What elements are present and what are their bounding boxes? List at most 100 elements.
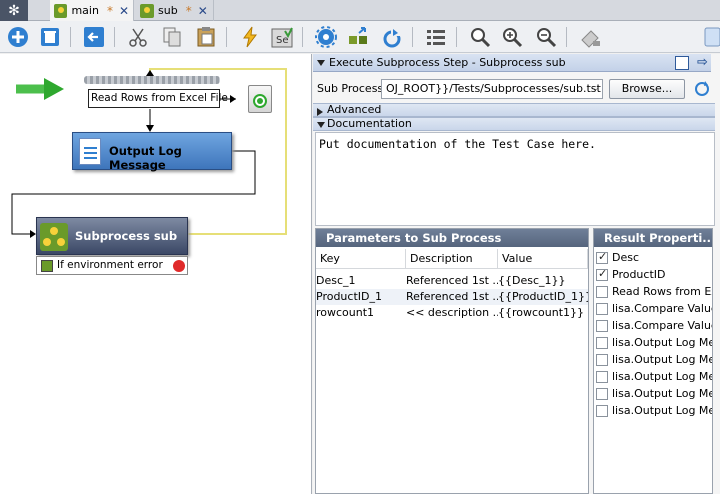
error-handler[interactable]: If environment error: [36, 256, 188, 275]
browse-button[interactable]: Browse...: [609, 79, 685, 99]
eraser-icon[interactable]: [578, 25, 602, 49]
modified-indicator: *: [185, 3, 192, 18]
external-link-icon[interactable]: [675, 56, 689, 70]
cell-description: Referenced 1st ...: [406, 274, 498, 287]
step-subprocess[interactable]: Subprocess sub: [36, 217, 188, 255]
table-row[interactable]: rowcount1 << description ... {{rowcount1…: [316, 305, 588, 321]
documentation-section-header[interactable]: Documentation: [313, 117, 715, 131]
documentation-textarea[interactable]: Put documentation of the Test Case here.: [315, 132, 715, 226]
list-item[interactable]: lisa.Output Log Mess: [596, 351, 712, 368]
tab-bar: ✻ main * ✕ sub * ✕: [0, 0, 720, 21]
step-editor-title-text: Execute Subprocess Step - Subprocess sub: [329, 56, 566, 69]
documentation-label: Documentation: [327, 117, 412, 130]
checkbox[interactable]: [596, 285, 608, 298]
paste-icon[interactable]: [194, 25, 218, 49]
expand-triangle-icon: [317, 108, 323, 116]
arrow-right-icon[interactable]: ⇨: [697, 56, 708, 70]
list-item-label: lisa.Output Log Mess: [612, 353, 712, 366]
end-node-icon[interactable]: [248, 85, 272, 113]
svg-text:Se: Se: [276, 35, 289, 46]
back-icon[interactable]: [82, 25, 106, 49]
toolbar: Se: [0, 21, 720, 53]
checkbox[interactable]: [596, 302, 608, 315]
table-row[interactable]: Desc_1 Referenced 1st ... {{Desc_1}}: [316, 273, 588, 289]
list-item-label: Read Rows from Exc: [612, 285, 713, 298]
list-icon[interactable]: [424, 25, 448, 49]
cell-description: << description ...: [406, 306, 498, 319]
zoom-icon[interactable]: [468, 25, 492, 49]
add-icon[interactable]: [6, 25, 30, 49]
list-item-label: lisa.Compare Values.: [612, 302, 712, 315]
checkbox[interactable]: [596, 370, 608, 383]
step-editor-title: Execute Subprocess Step - Subprocess sub: [313, 54, 711, 72]
checkbox[interactable]: [596, 404, 608, 417]
list-item[interactable]: ProductID: [596, 266, 665, 283]
delete-icon[interactable]: [38, 25, 62, 49]
step-editor-pane: Execute Subprocess Step - Subprocess sub…: [313, 54, 720, 494]
document-icon: [79, 138, 101, 165]
collapse-triangle-icon[interactable]: [317, 60, 325, 66]
collapse-triangle-icon: [317, 122, 325, 128]
list-item[interactable]: Desc: [596, 249, 639, 266]
selenium-icon[interactable]: Se: [270, 25, 294, 49]
list-item[interactable]: lisa.Compare Values.: [596, 300, 712, 317]
checkbox[interactable]: [596, 267, 608, 281]
close-tab-icon[interactable]: ✕: [198, 4, 208, 18]
close-tab-icon[interactable]: ✕: [119, 4, 129, 18]
column-header-key[interactable]: Key: [316, 249, 406, 269]
run-icon[interactable]: [238, 25, 262, 49]
workflow-canvas[interactable]: Read Rows from Excel File Output Log Mes…: [0, 54, 312, 494]
refresh-icon[interactable]: [380, 25, 404, 49]
step-output-log[interactable]: Output Log Message: [72, 132, 232, 172]
list-item[interactable]: lisa.Output Log Mess: [596, 368, 712, 385]
parameters-table: Parameters to Sub Process Key Descriptio…: [315, 228, 589, 494]
subprocess-icon: [40, 223, 68, 251]
cell-description: Referenced 1st ...: [406, 290, 498, 303]
error-handler-label: If environment error: [57, 259, 163, 271]
tab-main[interactable]: main * ✕: [50, 0, 134, 21]
list-item[interactable]: Read Rows from Exc: [596, 283, 713, 300]
error-icon: [173, 260, 185, 272]
checkbox[interactable]: [596, 250, 608, 264]
cut-icon[interactable]: [126, 25, 150, 49]
parameters-title: Parameters to Sub Process: [316, 229, 588, 247]
advanced-label: Advanced: [327, 103, 382, 116]
checkbox[interactable]: [596, 319, 608, 332]
step-read-rows[interactable]: Read Rows from Excel File: [88, 89, 228, 108]
list-item[interactable]: lisa.Output Log Mess: [596, 334, 712, 351]
step-label: Output Log Message: [109, 144, 182, 172]
checkbox[interactable]: [596, 336, 608, 349]
documentation-text: Put documentation of the Test Case here.: [319, 137, 596, 151]
test-case-icon: [54, 3, 68, 18]
checkbox[interactable]: [596, 387, 608, 400]
cell-value: {{ProductID_1}}: [498, 290, 588, 303]
step-label: Read Rows from Excel File: [91, 92, 228, 104]
list-item[interactable]: lisa.Output Log Mess: [596, 402, 712, 419]
cell-value: {{Desc_1}}: [498, 274, 566, 287]
advanced-section-header[interactable]: Advanced: [313, 103, 715, 117]
table-row[interactable]: ProductID_1 Referenced 1st ... {{Product…: [316, 289, 588, 305]
checkbox[interactable]: [596, 353, 608, 366]
overflow-icon[interactable]: [704, 25, 720, 49]
excel-data-icon: [84, 76, 220, 84]
list-item-label: Desc: [612, 251, 640, 264]
reload-icon[interactable]: [693, 80, 711, 98]
hierarchy-icon[interactable]: [346, 25, 370, 49]
column-header-description[interactable]: Description: [406, 249, 498, 269]
zoom-out-icon[interactable]: [534, 25, 558, 49]
copy-icon[interactable]: [160, 25, 184, 49]
list-item[interactable]: lisa.Output Log Mess: [596, 385, 712, 402]
list-item-label: lisa.Output Log Mess: [612, 387, 712, 400]
subprocess-small-icon: [41, 260, 53, 272]
result-properties-list: Result Properti... Desc ProductID Read R…: [593, 228, 713, 494]
zoom-in-icon[interactable]: [500, 25, 524, 49]
step-label: Subprocess sub: [75, 229, 178, 243]
subprocess-select[interactable]: OJ_ROOT}}/Tests/Subprocesses/sub.tst ⌵: [381, 79, 603, 99]
column-header-value[interactable]: Value: [498, 249, 588, 269]
result-properties-title: Result Properti...: [594, 229, 712, 247]
list-item[interactable]: lisa.Compare Values.: [596, 317, 712, 334]
test-case-icon: [140, 3, 154, 18]
tab-sub[interactable]: sub * ✕: [136, 0, 214, 21]
settings-icon[interactable]: [314, 25, 338, 49]
list-item-label: ProductID: [612, 268, 666, 281]
